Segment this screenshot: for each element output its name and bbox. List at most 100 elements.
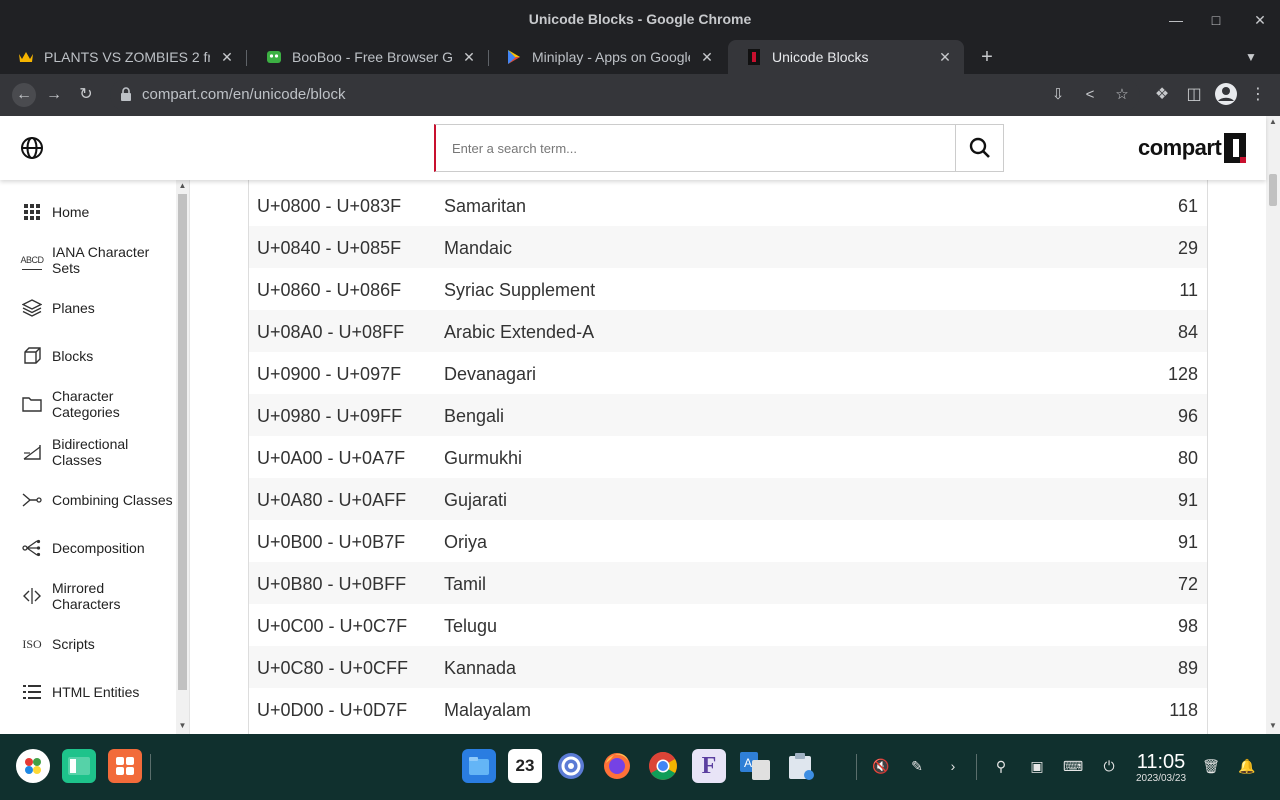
expand-tray-icon[interactable]: › xyxy=(942,755,964,777)
sidebar-item-blocks[interactable]: Blocks xyxy=(0,346,176,366)
globe-icon[interactable] xyxy=(20,136,44,160)
block-range: U+0A00 - U+0A7F xyxy=(257,448,406,468)
table-row[interactable]: U+0860 - U+086F Syriac Supplement 11 xyxy=(249,268,1207,310)
maximize-icon[interactable]: □ xyxy=(1204,8,1228,32)
web-page: compart Home ABCD IANA Character Sets Pl… xyxy=(0,116,1280,734)
search-input[interactable] xyxy=(436,125,955,171)
block-count: 61 xyxy=(1177,196,1198,216)
block-name: Devanagari xyxy=(444,364,537,384)
back-icon[interactable]: ← xyxy=(12,83,36,107)
sidebar-item-planes[interactable]: Planes xyxy=(0,298,176,318)
system-clock[interactable]: 11:05 2023/03/23 xyxy=(1130,751,1192,785)
table-row[interactable]: U+0D00 - U+0D7F Malayalam 118 xyxy=(249,688,1207,730)
clipboard-icon[interactable] xyxy=(784,749,818,783)
tab-miniplay[interactable]: Miniplay - Apps on Google ✕ xyxy=(488,40,726,74)
profile-avatar-icon[interactable] xyxy=(1214,83,1238,107)
sidebar-item-decomposition[interactable]: Decomposition xyxy=(0,538,176,558)
translator-icon[interactable]: A xyxy=(738,749,772,783)
block-range: U+0D00 - U+0D7F xyxy=(257,700,408,720)
close-tab-icon[interactable]: ✕ xyxy=(698,49,716,66)
search-button[interactable] xyxy=(955,124,1004,172)
scrollbar-thumb[interactable] xyxy=(1269,174,1277,206)
compart-logo[interactable]: compart xyxy=(1138,132,1247,164)
table-row[interactable]: U+0A00 - U+0A7F Gurmukhi 80 xyxy=(249,436,1207,478)
sidebar-item-home[interactable]: Home xyxy=(0,202,176,222)
tab-unicode-blocks[interactable]: Unicode Blocks ✕ xyxy=(728,40,964,74)
block-name: Samaritan xyxy=(444,196,527,216)
sidebar-item-scripts[interactable]: ISO Scripts xyxy=(0,634,176,654)
mirrored-icon xyxy=(22,586,42,606)
block-range: U+0980 - U+09FF xyxy=(257,406,403,426)
calendar-icon[interactable]: 23 xyxy=(508,749,542,783)
search-icon[interactable]: ⚲ xyxy=(990,755,1012,777)
firefox-icon[interactable] xyxy=(600,749,634,783)
app-store-icon[interactable] xyxy=(108,749,142,783)
extensions-icon[interactable]: ❖ xyxy=(1150,83,1174,107)
settings-gear-icon[interactable] xyxy=(554,749,588,783)
table-row[interactable]: U+0B00 - U+0B7F Oriya 91 xyxy=(249,520,1207,562)
menu-kebab-icon[interactable]: ⋮ xyxy=(1246,83,1270,107)
sidebar-item-mirrored-characters[interactable]: Mirrored Characters xyxy=(0,580,176,612)
forward-icon[interactable]: → xyxy=(42,83,66,107)
scroll-down-icon[interactable]: ▼ xyxy=(176,720,189,732)
scrollbar-thumb[interactable] xyxy=(178,194,187,690)
screenshot-icon[interactable]: ▣ xyxy=(1026,755,1048,777)
sidebar-item-character-categories[interactable]: Character Categories xyxy=(0,388,176,420)
scroll-up-icon[interactable]: ▲ xyxy=(1266,116,1280,128)
side-panel-icon[interactable]: ◫ xyxy=(1182,83,1206,107)
url-text: compart.com/en/unicode/block xyxy=(142,86,346,103)
keyboard-icon[interactable]: ⌨ xyxy=(1062,755,1084,777)
chrome-icon[interactable] xyxy=(646,749,680,783)
table-row[interactable]: U+0C00 - U+0C7F Telugu 98 xyxy=(249,604,1207,646)
table-row[interactable]: U+0840 - U+085F Mandaic 29 xyxy=(249,226,1207,268)
close-tab-icon[interactable]: ✕ xyxy=(460,49,478,66)
reload-icon[interactable]: ↻ xyxy=(74,83,98,107)
page-scrollbar[interactable]: ▲ ▼ xyxy=(1266,116,1280,734)
install-icon[interactable]: ⇩ xyxy=(1046,83,1070,107)
sidebar-nav: Home ABCD IANA Character Sets Planes Blo… xyxy=(0,180,190,734)
share-icon[interactable]: < xyxy=(1078,83,1102,107)
tab-search-icon[interactable]: ▼ xyxy=(1240,46,1262,68)
svg-text:A: A xyxy=(744,756,752,770)
power-icon[interactable]: ⏻ xyxy=(1098,755,1120,777)
close-tab-icon[interactable]: ✕ xyxy=(218,49,236,66)
clock-date: 2023/03/23 xyxy=(1135,773,1187,784)
new-tab-icon[interactable]: + xyxy=(976,46,998,68)
font-manager-icon[interactable]: F xyxy=(692,749,726,783)
launcher-icon[interactable] xyxy=(16,749,50,783)
close-window-icon[interactable]: ✕ xyxy=(1248,8,1272,32)
multitask-view-icon[interactable] xyxy=(62,749,96,783)
search-field[interactable] xyxy=(434,124,956,172)
table-row[interactable]: U+0C80 - U+0CFF Kannada 89 xyxy=(249,646,1207,688)
block-name: Syriac Supplement xyxy=(444,280,596,300)
layers-icon xyxy=(22,298,42,318)
close-tab-icon[interactable]: ✕ xyxy=(936,49,954,66)
sidebar-item-label: IANA Character Sets xyxy=(52,244,150,276)
bookmark-star-icon[interactable]: ☆ xyxy=(1110,83,1134,107)
block-name: Mandaic xyxy=(444,238,513,258)
scroll-up-icon[interactable]: ▲ xyxy=(176,180,189,192)
table-row[interactable]: U+0800 - U+083F Samaritan 61 xyxy=(249,184,1207,226)
block-count: 91 xyxy=(1177,532,1198,552)
scroll-down-icon[interactable]: ▼ xyxy=(1266,720,1280,732)
sidebar-item-combining-classes[interactable]: Combining Classes xyxy=(0,490,176,510)
file-manager-icon[interactable] xyxy=(462,749,496,783)
sidebar-item-bidirectional-classes[interactable]: Bidirectional Classes xyxy=(0,436,176,468)
address-bar[interactable]: compart.com/en/unicode/block xyxy=(110,79,1140,111)
tab-plants-vs-zombies[interactable]: PLANTS VS ZOMBIES 2 fre ✕ xyxy=(0,40,246,74)
pen-icon[interactable]: ✎ xyxy=(906,755,928,777)
notification-bell-icon[interactable]: 🔔 xyxy=(1236,755,1258,777)
sidebar-item-html-entities[interactable]: HTML Entities xyxy=(0,682,176,702)
tab-booboo[interactable]: BooBoo - Free Browser Ga ✕ xyxy=(248,40,488,74)
trash-icon[interactable]: 🗑 xyxy=(1200,755,1222,777)
table-row[interactable]: U+0A80 - U+0AFF Gujarati 91 xyxy=(249,478,1207,520)
volume-muted-icon[interactable]: 🔇 xyxy=(870,755,892,777)
minimize-icon[interactable]: — xyxy=(1164,8,1188,32)
table-row[interactable]: U+0980 - U+09FF Bengali 96 xyxy=(249,394,1207,436)
block-name: Oriya xyxy=(444,532,488,552)
sidebar-item-iana-character-sets[interactable]: ABCD IANA Character Sets xyxy=(0,244,176,276)
table-row[interactable]: U+0B80 - U+0BFF Tamil 72 xyxy=(249,562,1207,604)
sidebar-scrollbar[interactable]: ▲ ▼ xyxy=(176,180,189,734)
table-row[interactable]: U+0900 - U+097F Devanagari 128 xyxy=(249,352,1207,394)
table-row[interactable]: U+08A0 - U+08FF Arabic Extended-A 84 xyxy=(249,310,1207,352)
